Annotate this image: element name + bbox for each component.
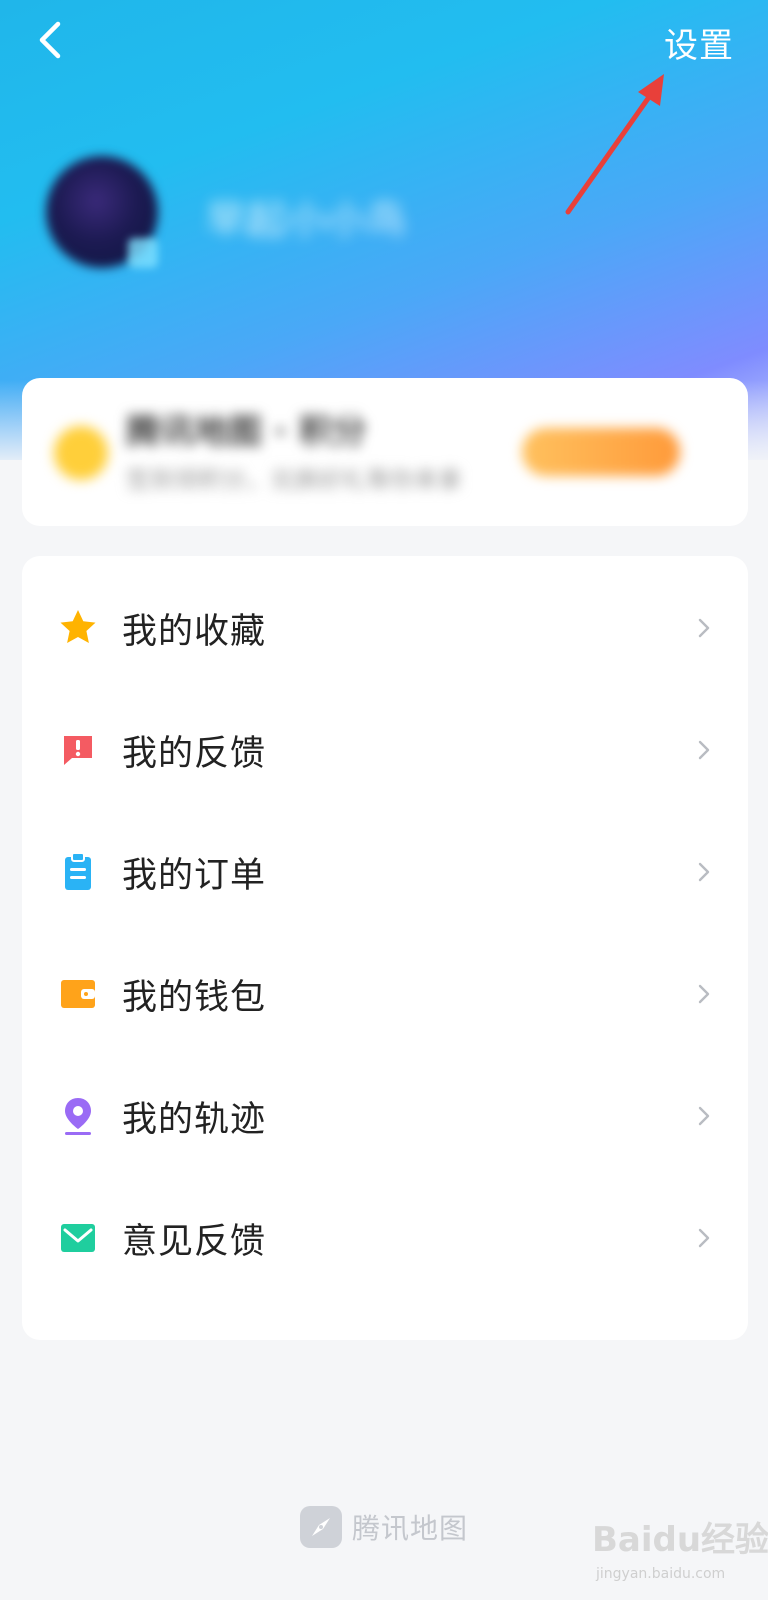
watermark-logo-text: Baidu经验 xyxy=(592,1520,768,1560)
points-card-title: 腾讯地图 · 积分 xyxy=(126,412,367,452)
menu-item-opinion-feedback[interactable]: 意见反馈 xyxy=(22,1176,748,1300)
points-card[interactable]: 腾讯地图 · 积分 签到领积分，兑换好礼等你来拿 xyxy=(22,378,748,526)
menu-item-label: 我的收藏 xyxy=(122,611,267,652)
avatar-badge xyxy=(128,238,158,268)
compass-logo-icon xyxy=(300,1506,342,1548)
coin-icon xyxy=(54,426,108,480)
back-button[interactable] xyxy=(30,18,70,62)
chevron-right-icon xyxy=(694,1226,714,1250)
watermark: Baidu经验 jingyan.baidu.com xyxy=(592,1504,768,1594)
wallet-icon xyxy=(58,974,98,1014)
menu-item-label: 我的钱包 xyxy=(122,977,267,1018)
brand-footer: 腾讯地图 xyxy=(300,1505,468,1549)
menu-item-label: 我的反馈 xyxy=(122,733,267,774)
points-card-content: 腾讯地图 · 积分 签到领积分，兑换好礼等你来拿 xyxy=(22,378,748,526)
chevron-right-icon xyxy=(694,860,714,884)
chevron-right-icon xyxy=(694,616,714,640)
mail-icon xyxy=(58,1218,98,1258)
menu-item-wallet[interactable]: 我的钱包 xyxy=(22,932,748,1056)
clipboard-icon xyxy=(58,852,98,892)
feedback-alert-icon xyxy=(58,730,98,770)
menu-list: 我的收藏 我的反馈 我的订单 我的钱包 我的轨迹 意见反馈 xyxy=(22,556,748,1340)
watermark-url: jingyan.baidu.com xyxy=(596,1566,726,1582)
username[interactable]: 早起小小鸟 xyxy=(206,188,436,236)
menu-item-orders[interactable]: 我的订单 xyxy=(22,810,748,934)
chevron-right-icon xyxy=(694,982,714,1006)
chevron-right-icon xyxy=(694,738,714,762)
menu-item-label: 我的订单 xyxy=(122,855,267,896)
location-pin-icon xyxy=(58,1096,98,1136)
annotation-arrow xyxy=(565,74,664,215)
menu-item-tracks[interactable]: 我的轨迹 xyxy=(22,1054,748,1178)
chevron-left-icon xyxy=(39,21,61,59)
chevron-right-icon xyxy=(694,1104,714,1128)
menu-item-my-feedback[interactable]: 我的反馈 xyxy=(22,688,748,812)
menu-item-favorites[interactable]: 我的收藏 xyxy=(22,566,748,690)
menu-item-label: 我的轨迹 xyxy=(122,1099,267,1140)
settings-button[interactable]: 设置 xyxy=(664,18,734,67)
menu-item-label: 意见反馈 xyxy=(122,1221,267,1262)
star-icon xyxy=(58,608,98,648)
points-card-button[interactable] xyxy=(522,428,680,476)
points-card-subtitle: 签到领积分，兑换好礼等你来拿 xyxy=(126,466,462,494)
brand-name: 腾讯地图 xyxy=(352,1512,469,1545)
